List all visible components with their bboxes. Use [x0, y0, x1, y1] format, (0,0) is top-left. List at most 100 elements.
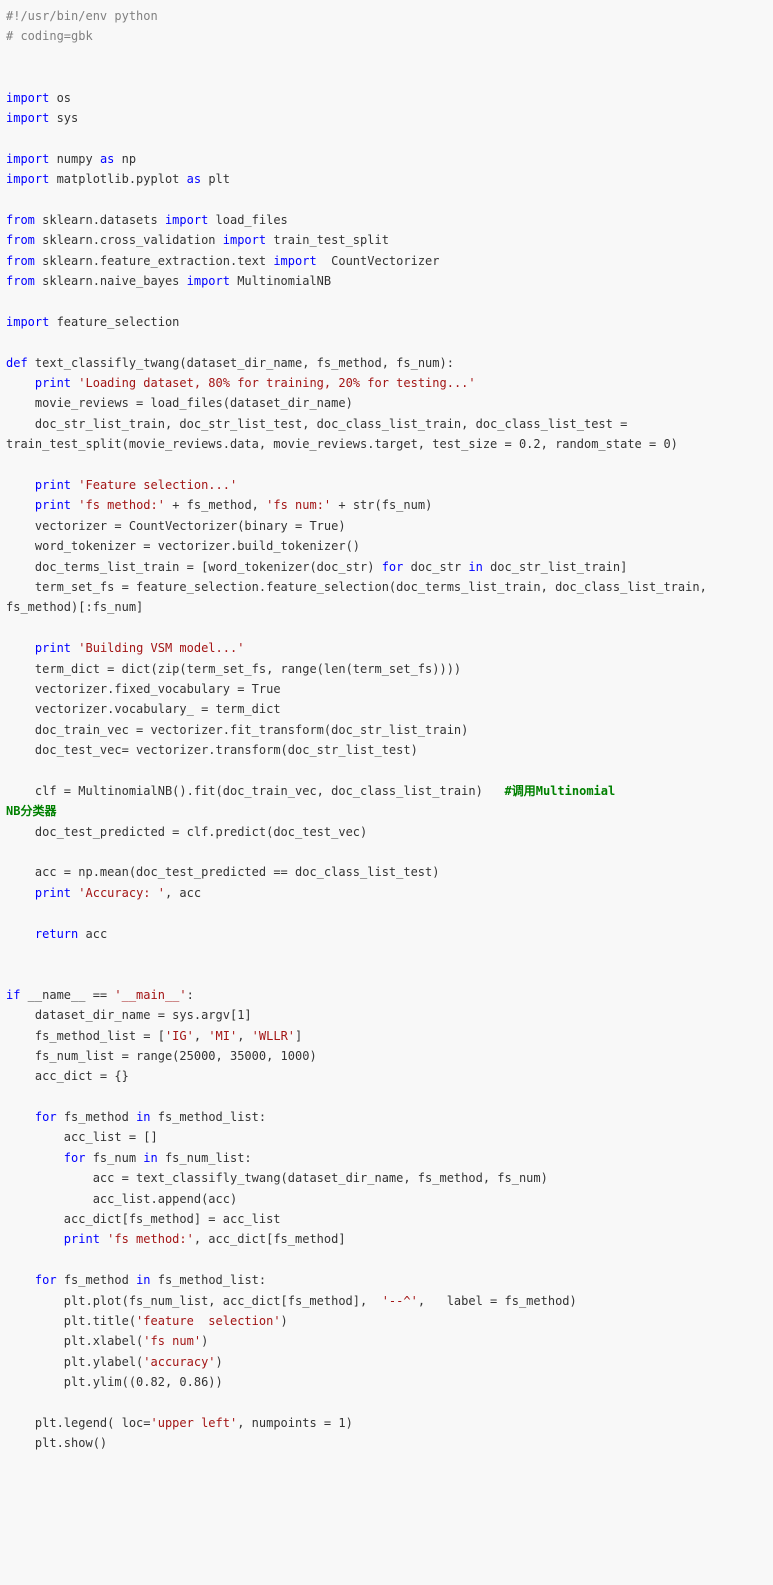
str-mi: 'MI': [208, 1029, 237, 1043]
line-ddn: dataset_dir_name = sys.argv[1]: [6, 1008, 252, 1022]
func-def: text_classifly_twang(dataset_dir_name, f…: [28, 356, 454, 370]
str-ig: 'IG': [165, 1029, 194, 1043]
comment-clf: #调用Multinomial: [505, 784, 616, 798]
txt-if: __name__ ==: [20, 988, 114, 1002]
line-al: acc_list = []: [6, 1130, 158, 1144]
mod-plt: matplotlib.pyplot: [49, 172, 186, 186]
line-trv: doc_train_vec = vectorizer.fit_transform…: [6, 723, 468, 737]
line-acc: acc = np.mean(doc_test_predicted == doc_…: [6, 865, 439, 879]
txt-pm2: , acc_dict[fs_method]: [194, 1232, 346, 1246]
line-pred: doc_test_predicted = clf.predict(doc_tes…: [6, 825, 367, 839]
kw-import: import: [6, 91, 49, 105]
mod-fe: sklearn.feature_extraction.text: [35, 254, 273, 268]
close-br: ]: [295, 1029, 302, 1043]
line-voc: vectorizer.vocabulary_ = term_dict: [6, 702, 281, 716]
line-td: term_dict = dict(zip(term_set_fs, range(…: [6, 662, 461, 676]
str-pm: 'fs method:': [107, 1232, 194, 1246]
for1b: fs_method_list:: [151, 1273, 267, 1287]
line-dt2: doc_str: [403, 560, 468, 574]
kw-import: import: [273, 254, 316, 268]
line-tsf: term_set_fs = feature_selection.feature_…: [6, 580, 714, 614]
kw-as: as: [100, 152, 114, 166]
kw-from: from: [6, 213, 35, 227]
kw-def: def: [6, 356, 28, 370]
line-plot1: plt.plot(fs_num_list, acc_dict[fs_method…: [6, 1294, 382, 1308]
str-yl: 'accuracy': [143, 1355, 215, 1369]
str-ul: 'upper left': [151, 1416, 238, 1430]
str-wllr: 'WLLR': [252, 1029, 295, 1043]
kw-print: print: [35, 498, 71, 512]
imp-countvec: CountVectorizer: [317, 254, 440, 268]
line-vec: vectorizer = CountVectorizer(binary = Tr…: [6, 519, 346, 533]
kw-return: return: [35, 927, 78, 941]
imp-tts: train_test_split: [266, 233, 389, 247]
indent: [6, 1232, 64, 1246]
mod-fs: feature_selection: [49, 315, 179, 329]
kw-as: as: [187, 172, 201, 186]
kw-print: print: [35, 376, 71, 390]
line-tok: word_tokenizer = vectorizer.build_tokeni…: [6, 539, 360, 553]
kw-if: if: [6, 988, 20, 1002]
kw-for: for: [382, 560, 404, 574]
line-fnl: fs_num_list = range(25000, 35000, 1000): [6, 1049, 317, 1063]
kw-import: import: [187, 274, 230, 288]
line-show: plt.show(): [6, 1436, 107, 1450]
close-paren: ): [281, 1314, 288, 1328]
line-ylim: plt.ylim((0.82, 0.86)): [6, 1375, 223, 1389]
sep: ,: [194, 1029, 208, 1043]
str-fn: 'fs num:': [266, 498, 331, 512]
kw-import: import: [6, 111, 49, 125]
indent: [6, 927, 35, 941]
txt-pfn: + str(fs_num): [331, 498, 432, 512]
str-title: 'feature selection': [136, 1314, 281, 1328]
kw-for: for: [35, 1273, 57, 1287]
mod-os: os: [49, 91, 71, 105]
line-leg: plt.legend( loc=: [6, 1416, 151, 1430]
comment-shebang: #!/usr/bin/env python: [6, 9, 158, 23]
kw-for: for: [35, 1110, 57, 1124]
for1b: fs_method_list:: [151, 1110, 267, 1124]
close-paren: ): [216, 1355, 223, 1369]
line-title: plt.title(: [6, 1314, 136, 1328]
comment-coding: # coding=gbk: [6, 29, 93, 43]
str-acc: 'Accuracy: ': [78, 886, 165, 900]
line-call: acc = text_classifly_twang(dataset_dir_n…: [6, 1171, 548, 1185]
mod-ds: sklearn.datasets: [35, 213, 165, 227]
kw-import: import: [6, 152, 49, 166]
for1a: fs_method: [57, 1110, 136, 1124]
line-xl: plt.xlabel(: [6, 1334, 143, 1348]
kw-import: import: [6, 315, 49, 329]
str-vsm: 'Building VSM model...': [78, 641, 244, 655]
line-fv: vectorizer.fixed_vocabulary = True: [6, 682, 281, 696]
kw-import: import: [165, 213, 208, 227]
kw-in: in: [468, 560, 482, 574]
kw-print: print: [35, 641, 71, 655]
indent: [6, 376, 35, 390]
line-ad2: acc_dict[fs_method] = acc_list: [6, 1212, 281, 1226]
kw-print: print: [35, 886, 71, 900]
str-marker: '--^': [382, 1294, 418, 1308]
close-paren: ): [201, 1334, 208, 1348]
line-dt1: doc_terms_list_train = [word_tokenizer(d…: [6, 560, 382, 574]
imp-mnb: MultinomialNB: [230, 274, 331, 288]
kw-print: print: [64, 1232, 100, 1246]
line-split: doc_str_list_train, doc_str_list_test, d…: [6, 417, 678, 451]
kw-from: from: [6, 274, 35, 288]
indent: [6, 641, 35, 655]
sep: ,: [237, 1029, 251, 1043]
line-app: acc_list.append(acc): [6, 1192, 237, 1206]
for2a: fs_num: [85, 1151, 143, 1165]
line-clf: clf = MultinomialNB().fit(doc_train_vec,…: [6, 784, 505, 798]
kw-import: import: [6, 172, 49, 186]
alias-np: np: [114, 152, 136, 166]
line-mr: movie_reviews = load_files(dataset_dir_n…: [6, 396, 353, 410]
kw-in: in: [143, 1151, 157, 1165]
indent: [6, 1273, 35, 1287]
indent: [6, 1151, 64, 1165]
str-main: '__main__': [114, 988, 186, 1002]
str-fs: 'Feature selection...': [78, 478, 237, 492]
line-leg2: , numpoints = 1): [237, 1416, 353, 1430]
for2b: fs_num_list:: [158, 1151, 252, 1165]
kw-print: print: [35, 478, 71, 492]
str-fm: 'fs method:': [78, 498, 165, 512]
